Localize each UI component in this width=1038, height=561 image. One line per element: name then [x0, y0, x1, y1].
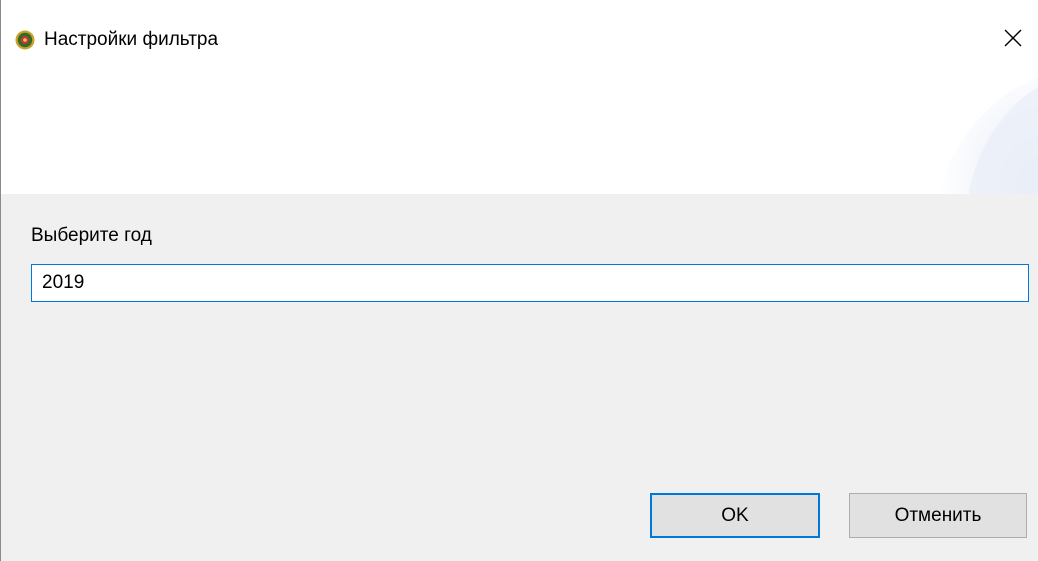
banner-decoration: [939, 76, 1038, 194]
year-input[interactable]: [31, 264, 1029, 302]
close-icon: [1004, 29, 1022, 52]
window-title: Настройки фильтра: [44, 29, 219, 50]
year-label: Выберите год: [31, 225, 152, 246]
title-bar: Настройки фильтра: [1, 0, 1038, 76]
header-banner: [1, 76, 1038, 194]
app-emblem-icon: [15, 30, 35, 50]
close-button[interactable]: [991, 20, 1035, 60]
cancel-button[interactable]: Отменить: [849, 493, 1027, 538]
filter-settings-dialog: Настройки фильтра Выберите год 2019 OK О…: [0, 0, 1038, 561]
ok-button[interactable]: OK: [650, 493, 820, 538]
